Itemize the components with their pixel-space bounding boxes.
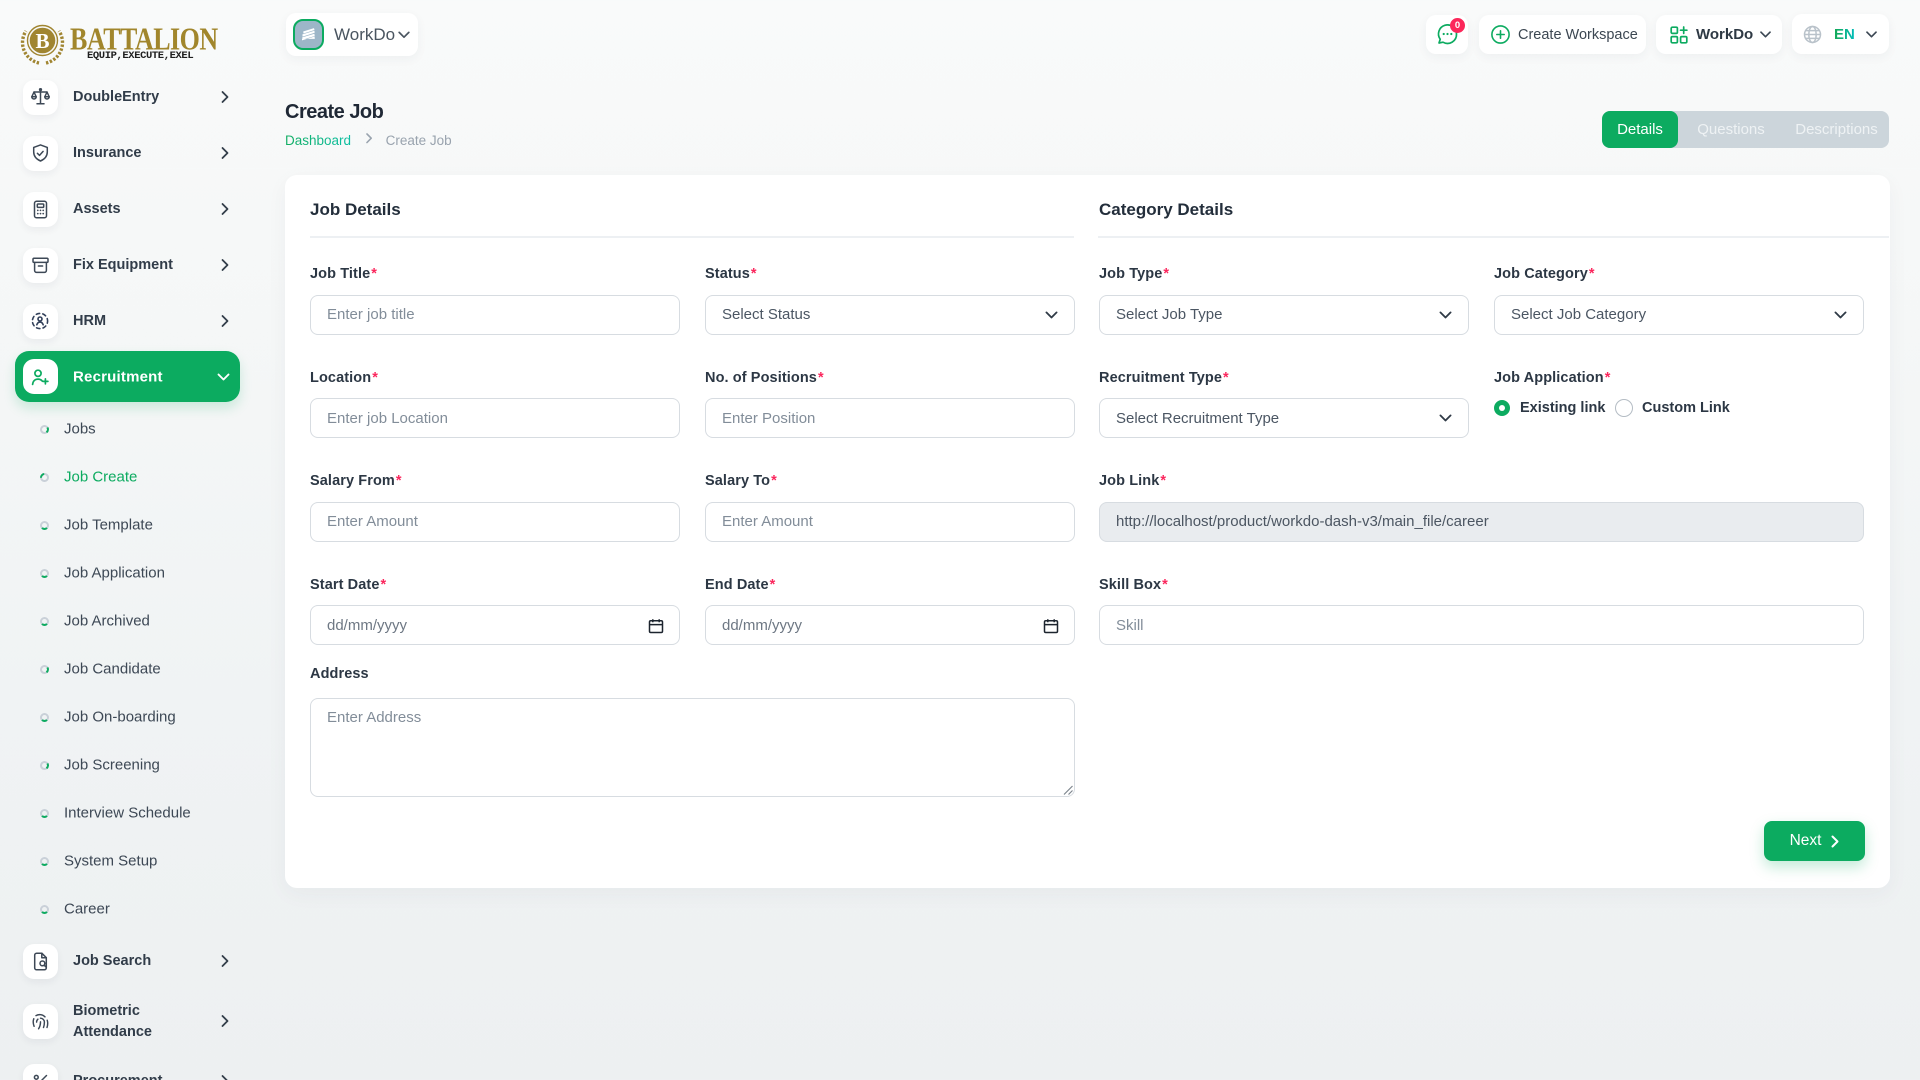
svg-text:B: B — [35, 29, 49, 53]
